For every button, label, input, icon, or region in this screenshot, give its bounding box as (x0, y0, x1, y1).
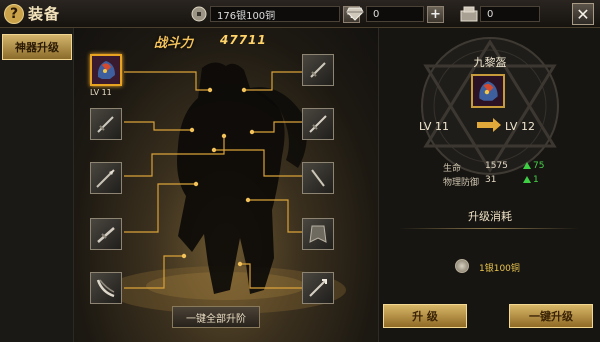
level-current: LV 11 (419, 120, 449, 133)
stat-value-hp: 1575 (485, 161, 508, 171)
helmet-icon (479, 81, 498, 101)
combat-power-label: 战斗力 (154, 36, 194, 51)
equip-slot-helmet[interactable] (90, 54, 122, 86)
detail-panel: 九黎盔 LV 11 LV 12 生命 1575 75 物理防御 31 1 升级消… (378, 28, 600, 342)
top-bar: ? 装备 176银100铜 + 0 + 0 ✕ (0, 0, 600, 28)
stat-value-defense: 31 (485, 175, 497, 185)
diamond-amount: 0 (366, 6, 424, 22)
equip-slot-right-4[interactable] (302, 218, 334, 250)
arrow-right-icon (477, 118, 501, 132)
silver-coin-icon (188, 5, 210, 23)
selected-slot-level: LV 11 (90, 88, 112, 97)
title-group: ? 装备 (4, 3, 60, 24)
equip-slot-right-2[interactable] (302, 108, 334, 140)
silver-coin-icon (455, 259, 469, 273)
ticket-currency: 0 (458, 5, 540, 23)
add-diamond-button[interactable]: + (427, 5, 444, 23)
stat-up-arrow-icon (523, 176, 531, 183)
close-button[interactable]: ✕ (572, 3, 594, 25)
stat-name-defense: 物理防御 (443, 178, 480, 188)
page-title: 装备 (28, 5, 61, 23)
equip-slot-left-3[interactable] (90, 162, 122, 194)
equip-slot-right-1[interactable] (302, 54, 334, 86)
helmet-icon (97, 61, 115, 79)
stat-gain-defense: 1 (533, 175, 539, 185)
upgrade-button[interactable]: 升 级 (383, 304, 467, 328)
upgrade-cost-value: 1银100铜 (479, 264, 520, 274)
tab-artifact-upgrade[interactable]: 神器升级 (2, 34, 72, 60)
silver-currency: 176银100铜 + (188, 5, 360, 23)
spear-icon (96, 169, 115, 188)
equip-slot-right-3[interactable] (302, 162, 334, 194)
silver-amount: 176银100铜 (210, 6, 340, 22)
level-next: LV 12 (505, 120, 535, 133)
stat-gain-hp: 75 (533, 161, 545, 171)
divider (399, 228, 579, 229)
equip-slot-left-2[interactable] (90, 108, 122, 140)
stat-name-hp: 生命 (443, 164, 462, 174)
equip-slot-left-5[interactable] (90, 272, 122, 304)
glaive-icon (309, 279, 327, 297)
equipment-panel: 战斗力 47711 LV 11 一键全部升阶 (74, 28, 378, 342)
diamond-icon (344, 5, 366, 23)
combat-power-value: 47711 (220, 33, 267, 47)
item-icon (471, 74, 505, 108)
dagger-icon (97, 116, 114, 133)
ticket-icon (458, 5, 480, 23)
long-sword-icon (309, 115, 327, 133)
help-icon[interactable]: ? (4, 3, 24, 24)
sidebar: 神器升级 (0, 28, 74, 342)
stat-up-arrow-icon (523, 162, 531, 169)
blade-icon (97, 227, 115, 243)
item-name: 九黎盔 (473, 56, 507, 69)
upgrade-cost-title: 升级消耗 (468, 210, 512, 223)
one-click-upgrade-button[interactable]: 一键升级 (509, 304, 593, 328)
ticket-amount: 0 (480, 6, 540, 22)
cape-icon (309, 225, 327, 243)
equip-slot-left-4[interactable] (90, 218, 122, 250)
sword-icon (310, 62, 326, 78)
staff-icon (311, 169, 325, 187)
upgrade-all-button[interactable]: 一键全部升阶 (172, 306, 260, 328)
equip-slot-right-5[interactable] (302, 272, 334, 304)
diamond-currency: 0 + (344, 5, 444, 23)
curved-sword-icon (96, 279, 115, 298)
